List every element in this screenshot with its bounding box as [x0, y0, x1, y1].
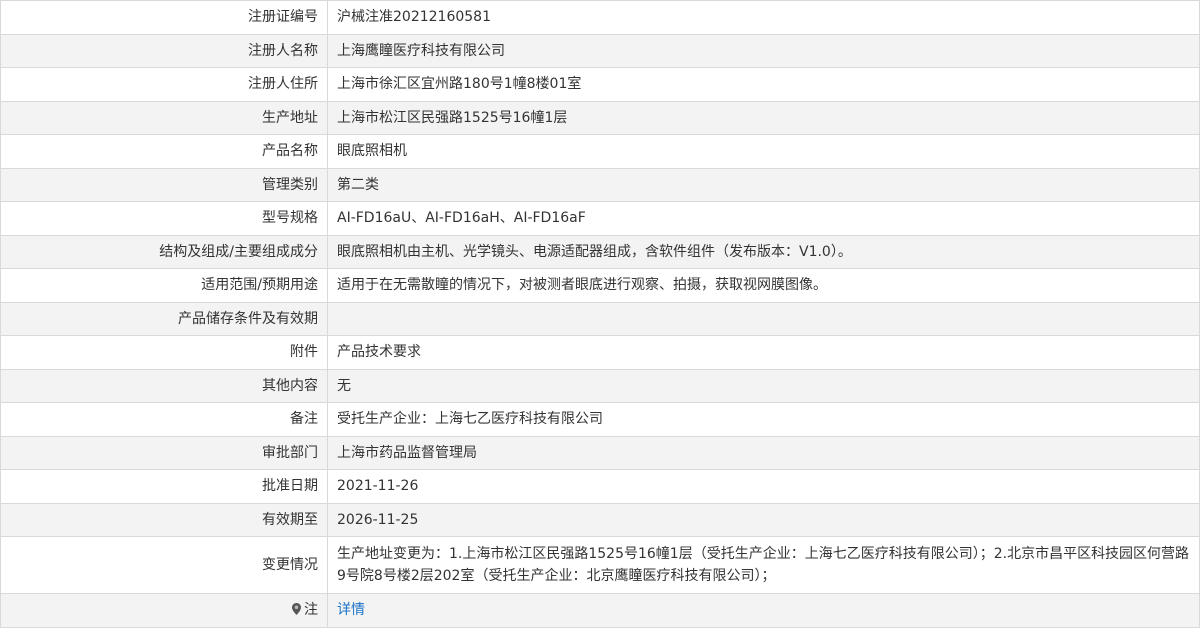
row-value: 第二类	[327, 167, 1200, 202]
row-label: 适用范围/预期用途	[0, 268, 328, 303]
row-registrant-address: 注册人住所 上海市徐汇区宜州路180号1幢8楼01室	[0, 67, 1200, 102]
row-label: 附件	[0, 335, 328, 370]
row-value: 上海鹰瞳医疗科技有限公司	[327, 33, 1200, 68]
row-label: 有效期至	[0, 502, 328, 537]
row-label: 审批部门	[0, 435, 328, 470]
row-value: AI-FD16aU、AI-FD16aH、AI-FD16aF	[327, 201, 1200, 236]
row-label: 结构及组成/主要组成成分	[0, 234, 328, 269]
row-model-spec: 型号规格 AI-FD16aU、AI-FD16aH、AI-FD16aF	[0, 201, 1200, 236]
row-approval-date: 批准日期 2021-11-26	[0, 469, 1200, 504]
row-label: 注	[0, 593, 328, 628]
row-storage-validity: 产品储存条件及有效期	[0, 301, 1200, 336]
row-value: 2021-11-26	[327, 469, 1200, 504]
row-label: 注册人住所	[0, 67, 328, 102]
row-valid-until: 有效期至 2026-11-25	[0, 502, 1200, 537]
row-label: 批准日期	[0, 469, 328, 504]
row-registrant-name: 注册人名称 上海鹰瞳医疗科技有限公司	[0, 33, 1200, 68]
details-link[interactable]: 详情	[337, 602, 365, 618]
row-production-address: 生产地址 上海市松江区民强路1525号16幢1层	[0, 100, 1200, 135]
pin-icon	[292, 603, 301, 616]
row-label: 其他内容	[0, 368, 328, 403]
row-label: 注册人名称	[0, 33, 328, 68]
row-value: 眼底照相机由主机、光学镜头、电源适配器组成，含软件组件（发布版本：V1.0）。	[327, 234, 1200, 269]
row-attachment: 附件 产品技术要求	[0, 335, 1200, 370]
row-remarks: 备注 受托生产企业：上海七乙医疗科技有限公司	[0, 402, 1200, 437]
row-value: 产品技术要求	[327, 335, 1200, 370]
row-value: 生产地址变更为：1.上海市松江区民强路1525号16幢1层（受托生产企业：上海七…	[327, 536, 1200, 594]
row-other-content: 其他内容 无	[0, 368, 1200, 403]
row-label: 注册证编号	[0, 0, 328, 35]
row-note: 注 详情	[0, 593, 1200, 628]
row-value: 上海市松江区民强路1525号16幢1层	[327, 100, 1200, 135]
row-label: 生产地址	[0, 100, 328, 135]
row-change-history: 变更情况 生产地址变更为：1.上海市松江区民强路1525号16幢1层（受托生产企…	[0, 536, 1200, 594]
row-approval-department: 审批部门 上海市药品监督管理局	[0, 435, 1200, 470]
row-value: 沪械注准20212160581	[327, 0, 1200, 35]
row-label: 产品储存条件及有效期	[0, 301, 328, 336]
row-value: 详情	[327, 593, 1200, 628]
row-label: 管理类别	[0, 167, 328, 202]
row-structure-composition: 结构及组成/主要组成成分 眼底照相机由主机、光学镜头、电源适配器组成，含软件组件…	[0, 234, 1200, 269]
row-value: 上海市药品监督管理局	[327, 435, 1200, 470]
row-label: 产品名称	[0, 134, 328, 169]
row-intended-use: 适用范围/预期用途 适用于在无需散瞳的情况下，对被测者眼底进行观察、拍摄，获取视…	[0, 268, 1200, 303]
row-label: 型号规格	[0, 201, 328, 236]
registration-detail-body: 注册证编号 沪械注准20212160581 注册人名称 上海鹰瞳医疗科技有限公司…	[0, 0, 1200, 628]
row-value: 眼底照相机	[327, 134, 1200, 169]
row-product-name: 产品名称 眼底照相机	[0, 134, 1200, 169]
row-registration-number: 注册证编号 沪械注准20212160581	[0, 0, 1200, 35]
row-management-class: 管理类别 第二类	[0, 167, 1200, 202]
row-value: 适用于在无需散瞳的情况下，对被测者眼底进行观察、拍摄，获取视网膜图像。	[327, 268, 1200, 303]
note-label: 注	[304, 602, 318, 619]
registration-detail-table: 注册证编号 沪械注准20212160581 注册人名称 上海鹰瞳医疗科技有限公司…	[0, 0, 1200, 628]
row-label: 备注	[0, 402, 328, 437]
row-label: 变更情况	[0, 536, 328, 594]
row-value: 受托生产企业：上海七乙医疗科技有限公司	[327, 402, 1200, 437]
row-value: 无	[327, 368, 1200, 403]
row-value	[327, 301, 1200, 336]
row-value: 2026-11-25	[327, 502, 1200, 537]
row-value: 上海市徐汇区宜州路180号1幢8楼01室	[327, 67, 1200, 102]
